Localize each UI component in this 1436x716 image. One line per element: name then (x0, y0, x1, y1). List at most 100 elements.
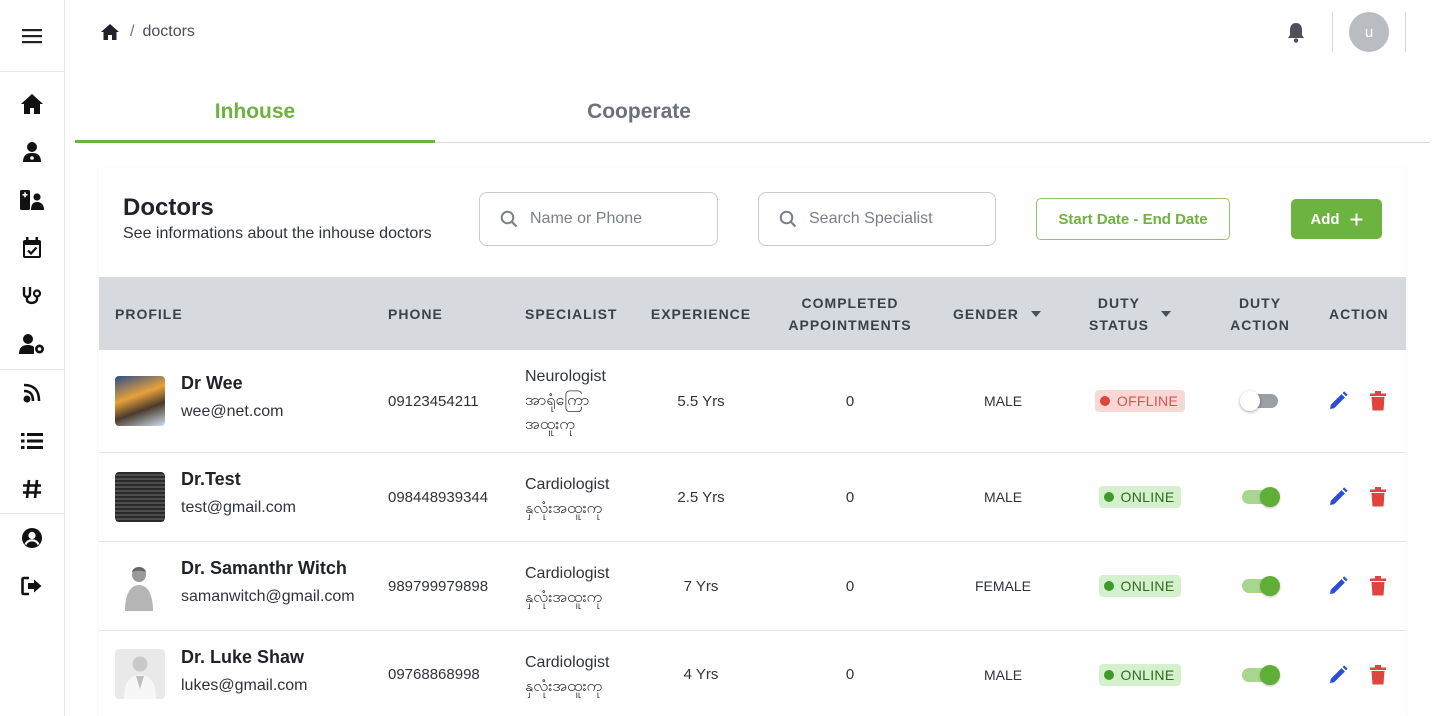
sidebar-item-user-settings[interactable] (16, 328, 48, 360)
duty-toggle[interactable] (1242, 576, 1280, 596)
plus-icon (1350, 213, 1363, 225)
add-doctor-button[interactable]: Add (1291, 199, 1382, 239)
specialist-search[interactable] (758, 192, 996, 246)
list-icon (21, 433, 43, 449)
caret-down-icon (1160, 310, 1171, 317)
specialist-line: နှလုံးအထူးကု (525, 677, 603, 695)
col-duty-status-filter[interactable]: DUTY STATUS (1089, 277, 1171, 350)
stethoscope-icon (22, 287, 42, 305)
doctor-experience: 2.5 Yrs (677, 488, 725, 506)
sidebar-item-specialists[interactable] (16, 280, 48, 312)
specialist-input[interactable] (809, 210, 959, 228)
doctor-specialist: Cardiologist နှလုံးအထူးကု (525, 453, 609, 541)
doctor-gender: MALE (983, 393, 1023, 409)
page-title: Doctors (123, 194, 214, 221)
col-duty-status: DUTY STATUS (1089, 292, 1149, 336)
tab-bar: Inhouse Cooperate (75, 90, 1430, 143)
sidebar-item-profile[interactable] (16, 522, 48, 554)
notifications-button[interactable] (1284, 20, 1308, 44)
doctor-gender: MALE (983, 666, 1023, 683)
status-badge: ONLINE (1098, 575, 1182, 597)
pencil-icon (1330, 576, 1348, 594)
specialist-line: Cardiologist (525, 476, 610, 493)
specialist-line: အထူးကု (525, 416, 575, 433)
breadcrumb-current: doctors (142, 23, 195, 40)
delete-button[interactable] (1367, 664, 1389, 686)
status-dot (1099, 396, 1110, 406)
edit-button[interactable] (1327, 486, 1349, 508)
duty-toggle[interactable] (1242, 664, 1280, 685)
col-gender-sort[interactable]: GENDER (953, 277, 1041, 350)
duty-toggle-cell (1220, 542, 1300, 630)
sidebar-item-list[interactable] (16, 425, 48, 457)
user-avatar[interactable]: u (1349, 12, 1389, 52)
col-profile: PROFILE (115, 305, 183, 322)
col-action: ACTION (1329, 305, 1389, 322)
search-icon (500, 210, 518, 228)
sidebar-item-tags[interactable] (16, 473, 48, 505)
tab-cooperate[interactable]: Cooperate (459, 90, 819, 142)
duty-status-cell: ONLINE (1079, 542, 1201, 630)
delete-button[interactable] (1367, 575, 1389, 597)
col-duty-status-line1: DUTY (1097, 294, 1141, 311)
col-completed-line1: COMPLETED (801, 294, 899, 311)
specialist-line: Cardiologist (525, 653, 610, 671)
home-icon[interactable] (100, 23, 120, 41)
doctor-name: Dr. Luke Shaw (181, 647, 305, 667)
trash-icon (1370, 391, 1386, 411)
duty-toggle-cell (1220, 631, 1300, 716)
name-phone-input[interactable] (530, 210, 680, 228)
doctor-email: lukes@gmail.com (181, 677, 308, 694)
patient-card-icon (20, 190, 44, 210)
date-range-button[interactable]: Start Date - End Date (1036, 198, 1230, 240)
delete-button[interactable] (1367, 390, 1389, 412)
specialist-line: Neurologist (525, 368, 606, 385)
delete-button[interactable] (1367, 486, 1389, 508)
col-completed-appointments: COMPLETED APPOINTMENTS (775, 277, 925, 350)
hamburger-icon (22, 28, 42, 43)
bell-icon (1288, 23, 1304, 43)
doctor-phone: 098448939344 (388, 488, 489, 506)
table-row: Dr Wee wee@net.com 09123454211 Neurologi… (99, 350, 1406, 453)
sidebar (0, 0, 65, 716)
doctor-name: Dr Wee (181, 373, 243, 393)
top-header: / doctors u (65, 0, 1436, 72)
sidebar-item-broadcast[interactable] (16, 377, 48, 409)
doctor-portrait-icon (124, 656, 156, 699)
name-phone-search[interactable] (479, 192, 718, 246)
specialist-line: အာရုံကြော (525, 392, 590, 409)
specialist-line: နှလုံးအထူးကု (525, 589, 603, 606)
doctor-photo (115, 472, 165, 522)
header-divider (1332, 12, 1333, 52)
status-dot (1103, 492, 1114, 502)
sidebar-item-logout[interactable] (16, 570, 48, 602)
col-duty-action-line1: DUTY (1238, 294, 1282, 311)
specialist-line: နှလုံးအထူးကု (525, 500, 603, 517)
calendar-check-icon (23, 237, 41, 258)
doctor-specialist: Cardiologist နှလုံးအထူးကု (525, 631, 609, 716)
menu-toggle-button[interactable] (0, 0, 64, 72)
tab-inhouse[interactable]: Inhouse (75, 90, 435, 143)
sidebar-item-doctors[interactable] (16, 136, 48, 168)
table-row: Dr. Luke Shaw lukes@gmail.com 0976886899… (99, 631, 1406, 716)
pencil-icon (1330, 487, 1348, 505)
col-gender: GENDER (953, 305, 1019, 322)
col-specialist: SPECIALIST (525, 305, 618, 322)
col-duty-status-line2: STATUS (1089, 316, 1149, 333)
edit-button[interactable] (1327, 390, 1349, 412)
doctor-phone: 989799979898 (388, 577, 489, 595)
duty-toggle[interactable] (1240, 391, 1278, 411)
doctor-completed: 0 (845, 666, 855, 683)
doctor-experience: 5.5 Yrs (677, 392, 725, 410)
edit-button[interactable] (1327, 575, 1349, 597)
duty-toggle[interactable] (1242, 487, 1280, 507)
sidebar-item-patients[interactable] (16, 184, 48, 216)
doctor-specialist: Cardiologist နှလုံးအထူးကု (525, 542, 609, 630)
col-duty-action-line2: ACTION (1230, 316, 1290, 333)
sidebar-item-home[interactable] (16, 88, 48, 120)
sidebar-item-appointments[interactable] (16, 232, 48, 264)
edit-button[interactable] (1327, 664, 1349, 686)
breadcrumb: / doctors (100, 20, 195, 44)
sidebar-divider (0, 369, 64, 370)
status-text: OFFLINE (1116, 393, 1179, 409)
